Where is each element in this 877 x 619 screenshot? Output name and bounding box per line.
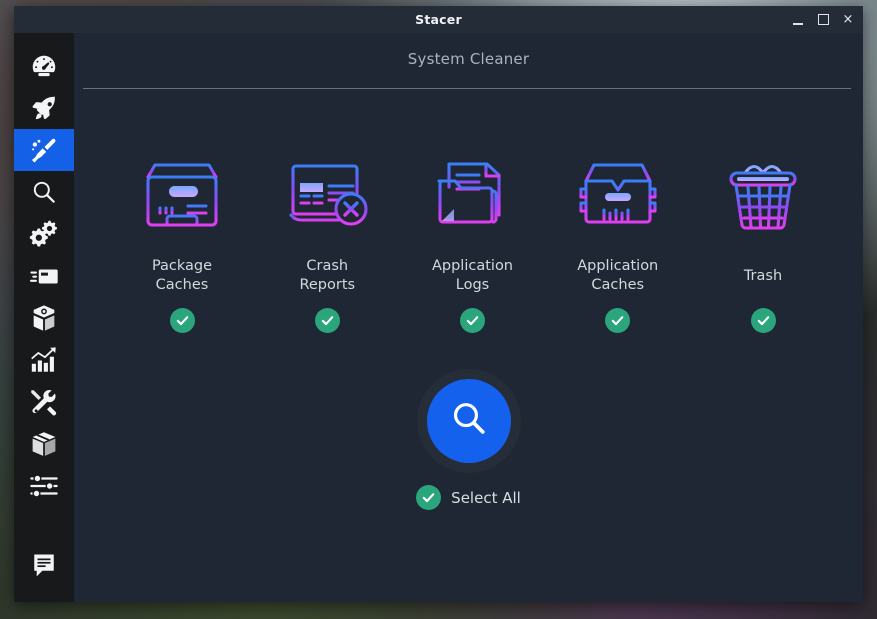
page-title: System Cleaner xyxy=(407,50,530,68)
label-line-2: Caches xyxy=(591,277,645,293)
sidebar xyxy=(14,33,74,602)
sidebar-item-tools[interactable] xyxy=(14,381,74,423)
rocket-icon xyxy=(29,93,59,123)
desktop-background: Stacer × System Cleaner Package Caches C… xyxy=(0,0,877,619)
cleaner-card-label: Crash Reports xyxy=(299,257,355,295)
window-controls: × xyxy=(791,6,855,33)
package-caches-icon xyxy=(136,152,228,236)
maximize-button[interactable] xyxy=(816,12,830,28)
label-line-1: Package xyxy=(151,258,213,274)
speedometer-icon xyxy=(29,51,59,81)
sidebar-item-dashboard[interactable] xyxy=(14,45,74,87)
cleaner-card-application-caches[interactable]: Application Caches xyxy=(554,152,682,333)
window-titlebar[interactable]: Stacer × xyxy=(14,6,863,33)
cleaner-card-crash-reports[interactable]: Crash Reports xyxy=(263,152,391,333)
label-line-1: Application xyxy=(577,258,659,274)
magnifier-icon xyxy=(30,178,58,206)
checkbox-package-caches[interactable] xyxy=(169,308,195,333)
sidebar-item-processes[interactable] xyxy=(14,255,74,297)
sidebar-item-feedback[interactable] xyxy=(14,544,74,586)
cleaner-card-label: Application Logs xyxy=(432,257,513,295)
checkbox-select-all[interactable] xyxy=(416,485,442,510)
package-open-icon xyxy=(29,303,59,333)
select-all-control[interactable]: Select All xyxy=(416,485,521,510)
label-line-1: Crash xyxy=(306,258,349,274)
application-caches-icon xyxy=(572,152,664,236)
bar-chart-icon xyxy=(29,345,59,375)
label-line-2: Reports xyxy=(299,277,356,293)
content-area: System Cleaner Package Caches Crash Repo… xyxy=(74,33,863,602)
scan-button[interactable] xyxy=(426,379,511,463)
minimize-button[interactable] xyxy=(791,12,805,28)
sidebar-item-search[interactable] xyxy=(14,171,74,213)
select-all-label: Select All xyxy=(451,488,521,507)
magnifier-icon xyxy=(447,397,491,445)
checkbox-application-logs[interactable] xyxy=(460,308,485,333)
cleaner-options-row: Package Caches Crash Reports Application… xyxy=(74,89,863,333)
tools-icon xyxy=(29,387,59,417)
sidebar-item-startup-apps[interactable] xyxy=(14,87,74,129)
sidebar-item-services[interactable] xyxy=(14,213,74,255)
stacer-window: Stacer × System Cleaner Package Caches C… xyxy=(14,6,863,602)
broom-icon xyxy=(29,135,59,165)
cleaner-card-trash[interactable]: Trash xyxy=(699,152,827,333)
cleaner-card-application-logs[interactable]: Application Logs xyxy=(409,152,537,333)
cleaner-card-label: Application Caches xyxy=(577,257,658,295)
speech-bubble-icon xyxy=(31,552,57,578)
checkbox-crash-reports[interactable] xyxy=(314,308,340,333)
application-logs-icon xyxy=(427,152,519,236)
window-title: Stacer xyxy=(415,12,462,27)
scan-section: Select All xyxy=(74,379,863,510)
sidebar-item-uninstaller[interactable] xyxy=(14,297,74,339)
cleaner-card-label: Trash xyxy=(744,257,782,295)
close-button[interactable]: × xyxy=(841,12,855,28)
checkbox-application-caches[interactable] xyxy=(605,308,631,333)
trash-icon xyxy=(717,152,809,236)
label-line-2: Logs xyxy=(455,277,490,293)
sidebar-item-packages[interactable] xyxy=(14,423,74,465)
checkbox-trash[interactable] xyxy=(750,308,776,333)
cleaner-card-label: Package Caches xyxy=(152,257,212,295)
gears-icon xyxy=(29,219,59,249)
sidebar-item-settings[interactable] xyxy=(14,465,74,507)
cleaner-card-package-caches[interactable]: Package Caches xyxy=(118,152,246,333)
label-line-2: Caches xyxy=(155,277,209,293)
sliders-icon xyxy=(29,471,59,501)
sidebar-item-resources[interactable] xyxy=(14,339,74,381)
label-line-1: Trash xyxy=(743,267,783,284)
crash-reports-icon xyxy=(281,152,373,236)
sidebar-item-system-cleaner[interactable] xyxy=(14,129,74,171)
cards-icon xyxy=(29,261,59,291)
label-line-1: Application xyxy=(431,258,514,274)
box-icon xyxy=(30,430,58,458)
